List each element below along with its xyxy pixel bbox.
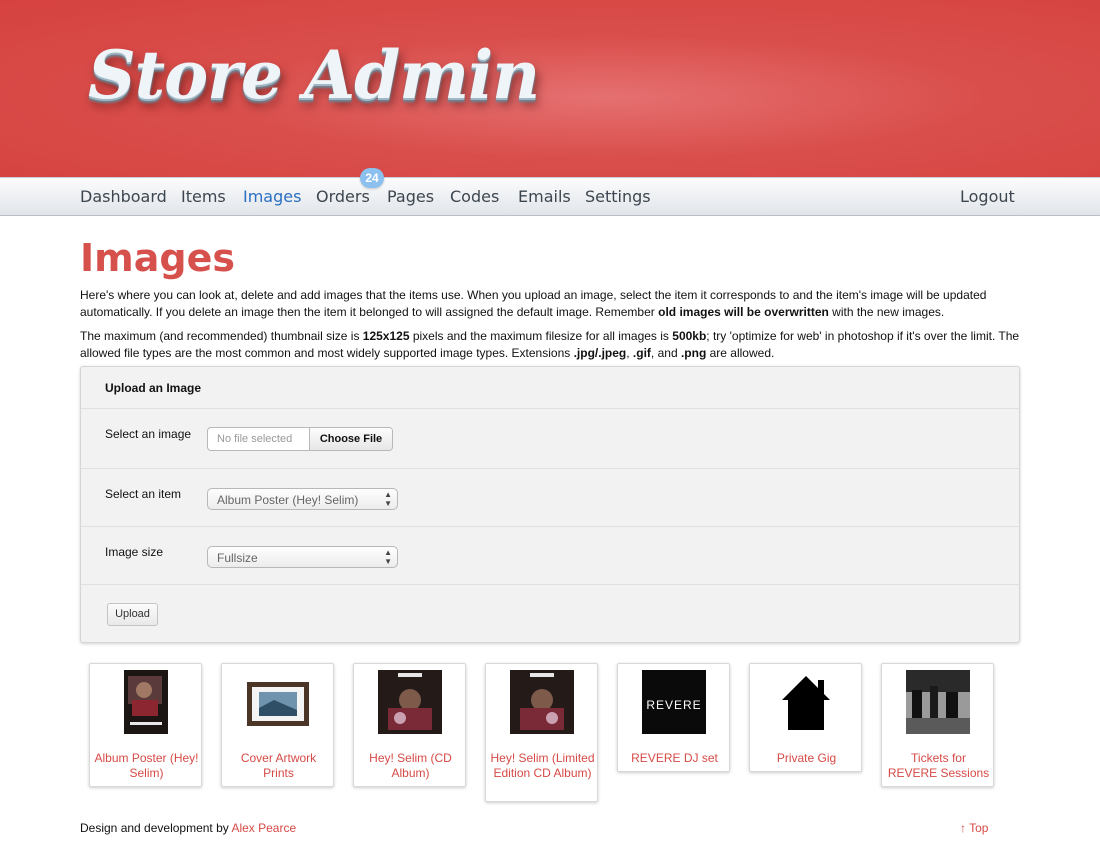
header-banner: Store Admin bbox=[0, 0, 1100, 177]
select-arrows-icon: ▲ ▼ bbox=[384, 490, 392, 508]
nav-items[interactable]: Items bbox=[181, 187, 226, 206]
select-arrows-icon: ▲ ▼ bbox=[384, 548, 392, 566]
orders-count-badge: 24 bbox=[360, 168, 384, 188]
max-dimension: 125x125 bbox=[362, 329, 410, 343]
select-item-label: Select an item bbox=[105, 487, 182, 501]
revere-logo-text: REVERE bbox=[646, 698, 701, 712]
image-card-label[interactable]: Album Poster (Hey! Selim) bbox=[94, 751, 199, 781]
footer-credit: Design and development by Alex Pearce bbox=[80, 821, 296, 835]
image-card[interactable]: Hey! Selim (Limited Edition CD Album) bbox=[485, 663, 598, 802]
revere-sessions-thumbnail[interactable] bbox=[906, 670, 970, 734]
image-card[interactable]: Cover Artwork Prints bbox=[221, 663, 334, 787]
intro-text: , bbox=[626, 345, 633, 360]
file-status-text: No file selected bbox=[217, 433, 293, 445]
nav-codes[interactable]: Codes bbox=[450, 187, 499, 206]
upload-form-panel: Upload an Image Select an image No file … bbox=[80, 366, 1020, 643]
item-select[interactable]: Album Poster (Hey! Selim) ▲ ▼ bbox=[207, 488, 398, 510]
nav-emails[interactable]: Emails bbox=[518, 187, 571, 206]
nav-orders[interactable]: Orders bbox=[316, 187, 370, 206]
intro-text: pixels and the maximum filesize for all … bbox=[409, 329, 673, 343]
image-card-label[interactable]: Hey! Selim (CD Album) bbox=[358, 751, 463, 781]
house-icon[interactable] bbox=[774, 670, 838, 734]
max-filesize: 500kb bbox=[672, 329, 707, 343]
logout-link[interactable]: Logout bbox=[960, 187, 1015, 206]
intro-text: The maximum (and recommended) thumbnail … bbox=[80, 329, 363, 343]
image-card[interactable]: REVERE REVERE DJ set bbox=[617, 663, 730, 772]
nav-pages[interactable]: Pages bbox=[387, 187, 434, 206]
main-nav: Dashboard Items Images Orders 24 Pages C… bbox=[0, 168, 1100, 216]
intro-paragraph-2: The maximum (and recommended) thumbnail … bbox=[80, 328, 1020, 361]
credit-prefix: Design and development by bbox=[80, 821, 232, 835]
back-to-top-link[interactable]: ↑ Top bbox=[960, 821, 988, 835]
cd-album-thumbnail[interactable] bbox=[378, 670, 442, 734]
image-size-value: Fullsize bbox=[217, 551, 258, 565]
ext-jpg: .jpg/.jpeg bbox=[573, 345, 627, 360]
upload-form-heading: Upload an Image bbox=[105, 381, 202, 395]
ext-gif: .gif bbox=[632, 345, 651, 360]
nav-dashboard[interactable]: Dashboard bbox=[80, 187, 167, 206]
image-size-select[interactable]: Fullsize ▲ ▼ bbox=[207, 546, 398, 568]
image-card-label[interactable]: Private Gig bbox=[754, 751, 859, 766]
image-card-label[interactable]: REVERE DJ set bbox=[622, 751, 727, 766]
image-card[interactable]: Private Gig bbox=[749, 663, 862, 772]
image-card[interactable]: Hey! Selim (CD Album) bbox=[353, 663, 466, 787]
intro-emphasis: old images will be overwritten bbox=[658, 304, 829, 319]
choose-file-button[interactable]: Choose File bbox=[309, 428, 392, 450]
image-card-label[interactable]: Cover Artwork Prints bbox=[226, 751, 331, 781]
store-admin-logo[interactable]: Store Admin bbox=[88, 36, 540, 114]
image-size-label: Image size bbox=[105, 545, 164, 559]
limited-edition-thumbnail[interactable] bbox=[510, 670, 574, 734]
intro-text: are allowed. bbox=[706, 345, 775, 360]
nav-images[interactable]: Images bbox=[243, 187, 301, 206]
cover-artwork-thumbnail[interactable] bbox=[246, 670, 310, 734]
ext-png: .png bbox=[680, 345, 707, 360]
image-card[interactable]: Tickets for REVERE Sessions bbox=[881, 663, 994, 787]
author-link[interactable]: Alex Pearce bbox=[231, 821, 296, 835]
intro-text: with the new images. bbox=[828, 304, 945, 319]
intro-text: , and bbox=[650, 345, 681, 360]
page-title: Images bbox=[80, 236, 235, 280]
upload-form-header: Upload an Image bbox=[81, 367, 1019, 409]
image-card[interactable]: Album Poster (Hey! Selim) bbox=[89, 663, 202, 787]
image-card-label[interactable]: Tickets for REVERE Sessions bbox=[886, 751, 991, 781]
intro-paragraph-1: Here's where you can look at, delete and… bbox=[80, 287, 1020, 320]
nav-settings[interactable]: Settings bbox=[585, 187, 651, 206]
image-card-label[interactable]: Hey! Selim (Limited Edition CD Album) bbox=[490, 751, 595, 781]
file-input[interactable]: No file selected Choose File bbox=[207, 427, 393, 451]
revere-dj-set-thumbnail[interactable]: REVERE bbox=[642, 670, 706, 734]
upload-button[interactable]: Upload bbox=[107, 603, 158, 626]
item-select-value: Album Poster (Hey! Selim) bbox=[217, 493, 359, 507]
select-image-label: Select an image bbox=[105, 427, 192, 441]
album-poster-thumbnail[interactable] bbox=[114, 670, 178, 734]
